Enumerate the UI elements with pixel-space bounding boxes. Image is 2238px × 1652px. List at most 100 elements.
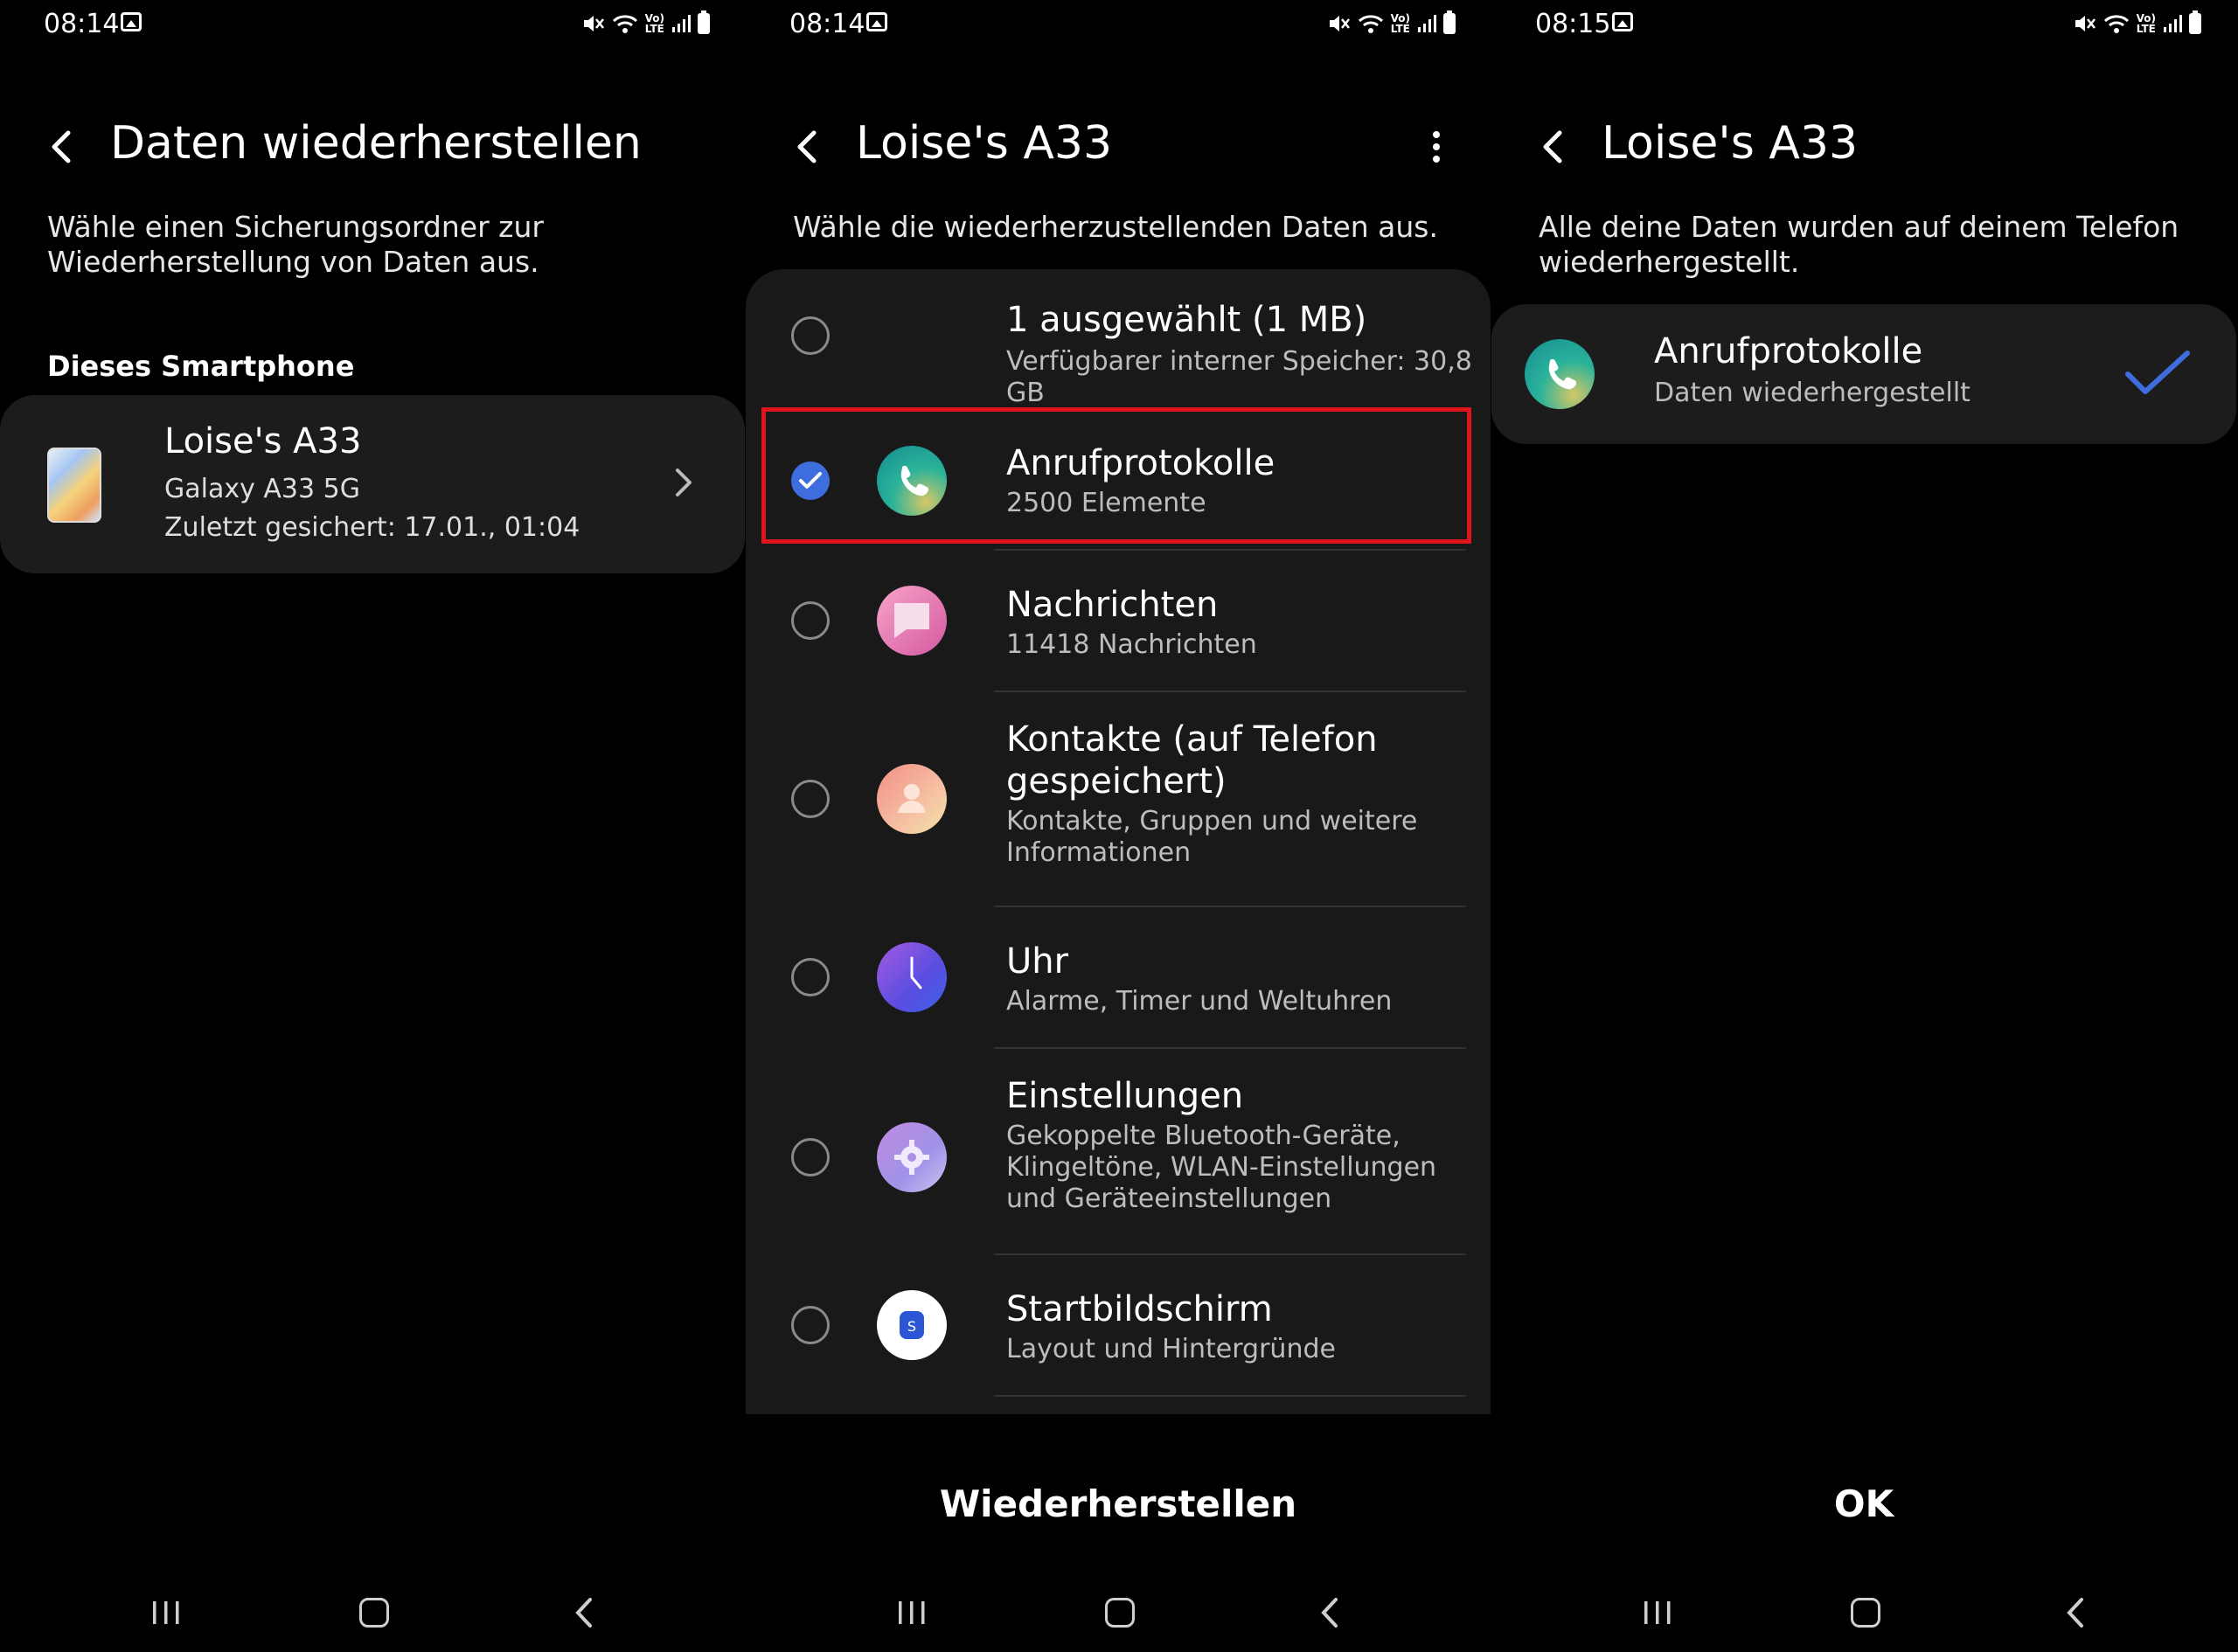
status-time: 08:14 — [789, 9, 865, 39]
mute-icon — [2075, 16, 2096, 31]
settings-description: Gekoppelte Bluetooth-Geräte, Klingeltöne… — [1006, 1121, 1461, 1215]
home-icon[interactable] — [1851, 1598, 1880, 1628]
screen-restore-data: 08:14 Vo) LTE Daten wiederherstellen Wähl… — [0, 0, 745, 1652]
device-thumbnail — [47, 448, 101, 523]
nav-back-icon[interactable] — [573, 1596, 594, 1629]
phone-icon — [1525, 339, 1595, 409]
clock-description: Alarme, Timer und Weltuhren — [1006, 986, 1393, 1017]
gallery-notification-icon — [866, 12, 887, 31]
recent-apps-icon[interactable] — [896, 1600, 928, 1626]
status-bar: 08:15 Vo) LTE — [1491, 0, 2236, 47]
list-item-contacts[interactable]: Kontakte (auf Telefon gespeichert) Konta… — [746, 692, 1491, 906]
app-bar: Loise's A33 — [746, 114, 1491, 184]
device-name: Loise's A33 — [164, 421, 362, 462]
battery-icon — [1443, 10, 1456, 34]
signal-icon — [672, 15, 691, 32]
list-item-settings[interactable]: Einstellungen Gekoppelte Bluetooth-Gerät… — [746, 1049, 1491, 1253]
contacts-title-line-1: Kontakte (auf Telefon — [1006, 719, 1378, 760]
messages-radio[interactable] — [791, 601, 830, 640]
contacts-title: Kontakte (auf Telefon gespeichert) — [1006, 718, 1461, 802]
status-icons: Vo) LTE — [582, 10, 710, 37]
home-screen-title: Startbildschirm — [1006, 1289, 1273, 1329]
highlight-box — [761, 407, 1471, 544]
description-line-2: Wiederherstellung von Daten aus. — [47, 245, 539, 279]
home-icon[interactable] — [359, 1598, 389, 1628]
back-arrow-icon[interactable] — [791, 126, 826, 168]
nav-back-icon[interactable] — [1319, 1596, 1340, 1629]
restored-item-title: Anrufprotokolle — [1654, 331, 1923, 371]
list-item-messages[interactable]: Nachrichten 11418 Nachrichten — [746, 551, 1491, 691]
contacts-icon — [877, 764, 947, 834]
page-title: Loise's A33 — [856, 117, 1113, 170]
status-time: 08:14 — [44, 9, 120, 39]
page-title: Loise's A33 — [1602, 117, 1859, 170]
messages-title: Nachrichten — [1006, 585, 1219, 625]
device-model: Galaxy A33 5G — [164, 474, 360, 504]
page-description: Wähle die wiederherzustellenden Daten au… — [793, 210, 1438, 244]
restored-item-card: Anrufprotokolle Daten wiederhergestellt — [1491, 304, 2236, 444]
volte-lte-icon: Vo) LTE — [644, 12, 664, 35]
back-arrow-icon[interactable] — [45, 126, 80, 168]
status-icons: Vo) LTE — [1328, 10, 1456, 37]
contacts-desc-line-2: Informationen — [1006, 837, 1192, 868]
screen-select-data: 08:14 Vo) LTE Loise's A33 Wähle die wiede… — [746, 0, 1491, 1652]
mute-icon — [583, 16, 604, 31]
backup-device-card[interactable]: Loise's A33 Galaxy A33 5G Zuletzt gesich… — [0, 395, 745, 573]
wifi-icon — [2103, 15, 2129, 33]
page-description: Wähle einen Sicherungsordner zur Wiederh… — [47, 210, 712, 280]
settings-desc-line-3: und Geräteeinstellungen — [1006, 1183, 1332, 1214]
description-line-1: Wähle einen Sicherungsordner zur — [47, 210, 544, 244]
status-icons: Vo) LTE — [2074, 10, 2201, 37]
restore-button[interactable]: Wiederherstellen — [746, 1482, 1491, 1525]
available-storage: Verfügbarer interner Speicher: 30,8 GB — [1006, 346, 1472, 408]
home-screen-icon: S — [877, 1290, 947, 1360]
status-bar: 08:14 Vo) LTE — [746, 0, 1491, 47]
status-time: 08:15 — [1535, 9, 1611, 39]
wifi-icon — [612, 15, 637, 33]
clock-icon — [877, 942, 947, 1012]
nav-back-icon[interactable] — [2065, 1596, 2086, 1629]
settings-desc-line-2: Klingeltöne, WLAN-Einstellungen — [1006, 1152, 1437, 1183]
navigation-bar — [746, 1582, 1491, 1643]
recent-apps-icon[interactable] — [150, 1600, 182, 1626]
contacts-description: Kontakte, Gruppen und weitere Informatio… — [1006, 806, 1461, 869]
contacts-radio[interactable] — [791, 780, 830, 818]
select-all-row[interactable]: 1 ausgewählt (1 MB) Verfügbarer interner… — [746, 269, 1491, 408]
section-label: Dieses Smartphone — [47, 350, 355, 383]
settings-title: Einstellungen — [1006, 1076, 1244, 1116]
device-last-backup: Zuletzt gesichert: 17.01., 01:04 — [164, 512, 580, 543]
wifi-icon — [1358, 15, 1383, 33]
settings-radio[interactable] — [791, 1138, 830, 1177]
app-bar: Daten wiederherstellen — [0, 114, 745, 184]
more-options-icon[interactable] — [1428, 126, 1445, 168]
screen-restore-complete: 08:15 Vo) LTE Loise's A33 Alle deine Date… — [1491, 0, 2236, 1652]
home-screen-description: Layout und Hintergründe — [1006, 1334, 1336, 1364]
navigation-bar — [1491, 1582, 2236, 1643]
chevron-right-icon — [676, 469, 692, 496]
selected-count: 1 ausgewählt (1 MB) — [1006, 300, 1367, 340]
clock-radio[interactable] — [791, 958, 830, 996]
clock-title: Uhr — [1006, 941, 1069, 982]
signal-icon — [2164, 15, 2182, 32]
svg-text:S: S — [907, 1318, 916, 1335]
app-bar: Loise's A33 — [1491, 114, 2236, 184]
messages-icon — [877, 586, 947, 656]
battery-icon — [2189, 10, 2201, 34]
home-icon[interactable] — [1105, 1598, 1135, 1628]
ok-button[interactable]: OK — [1491, 1482, 2236, 1525]
select-all-radio[interactable] — [791, 316, 830, 355]
list-item-clock[interactable]: Uhr Alarme, Timer und Weltuhren — [746, 907, 1491, 1047]
recent-apps-icon[interactable] — [1642, 1600, 1673, 1626]
status-bar: 08:14 Vo) LTE — [0, 0, 745, 47]
messages-count: 11418 Nachrichten — [1006, 629, 1257, 660]
list-item-home-screen[interactable]: S Startbildschirm Layout und Hintergründ… — [746, 1255, 1491, 1395]
back-arrow-icon[interactable] — [1537, 126, 1572, 168]
home-screen-radio[interactable] — [791, 1306, 830, 1344]
description-line-2: wiederhergestellt. — [1539, 245, 1800, 279]
divider — [994, 1395, 1466, 1397]
checkmark-icon — [2125, 351, 2190, 394]
contacts-title-line-2: gespeichert) — [1006, 761, 1227, 802]
battery-icon — [698, 10, 710, 34]
page-description: Alle deine Daten wurden auf deinem Telef… — [1539, 210, 2203, 280]
signal-icon — [1418, 15, 1436, 32]
